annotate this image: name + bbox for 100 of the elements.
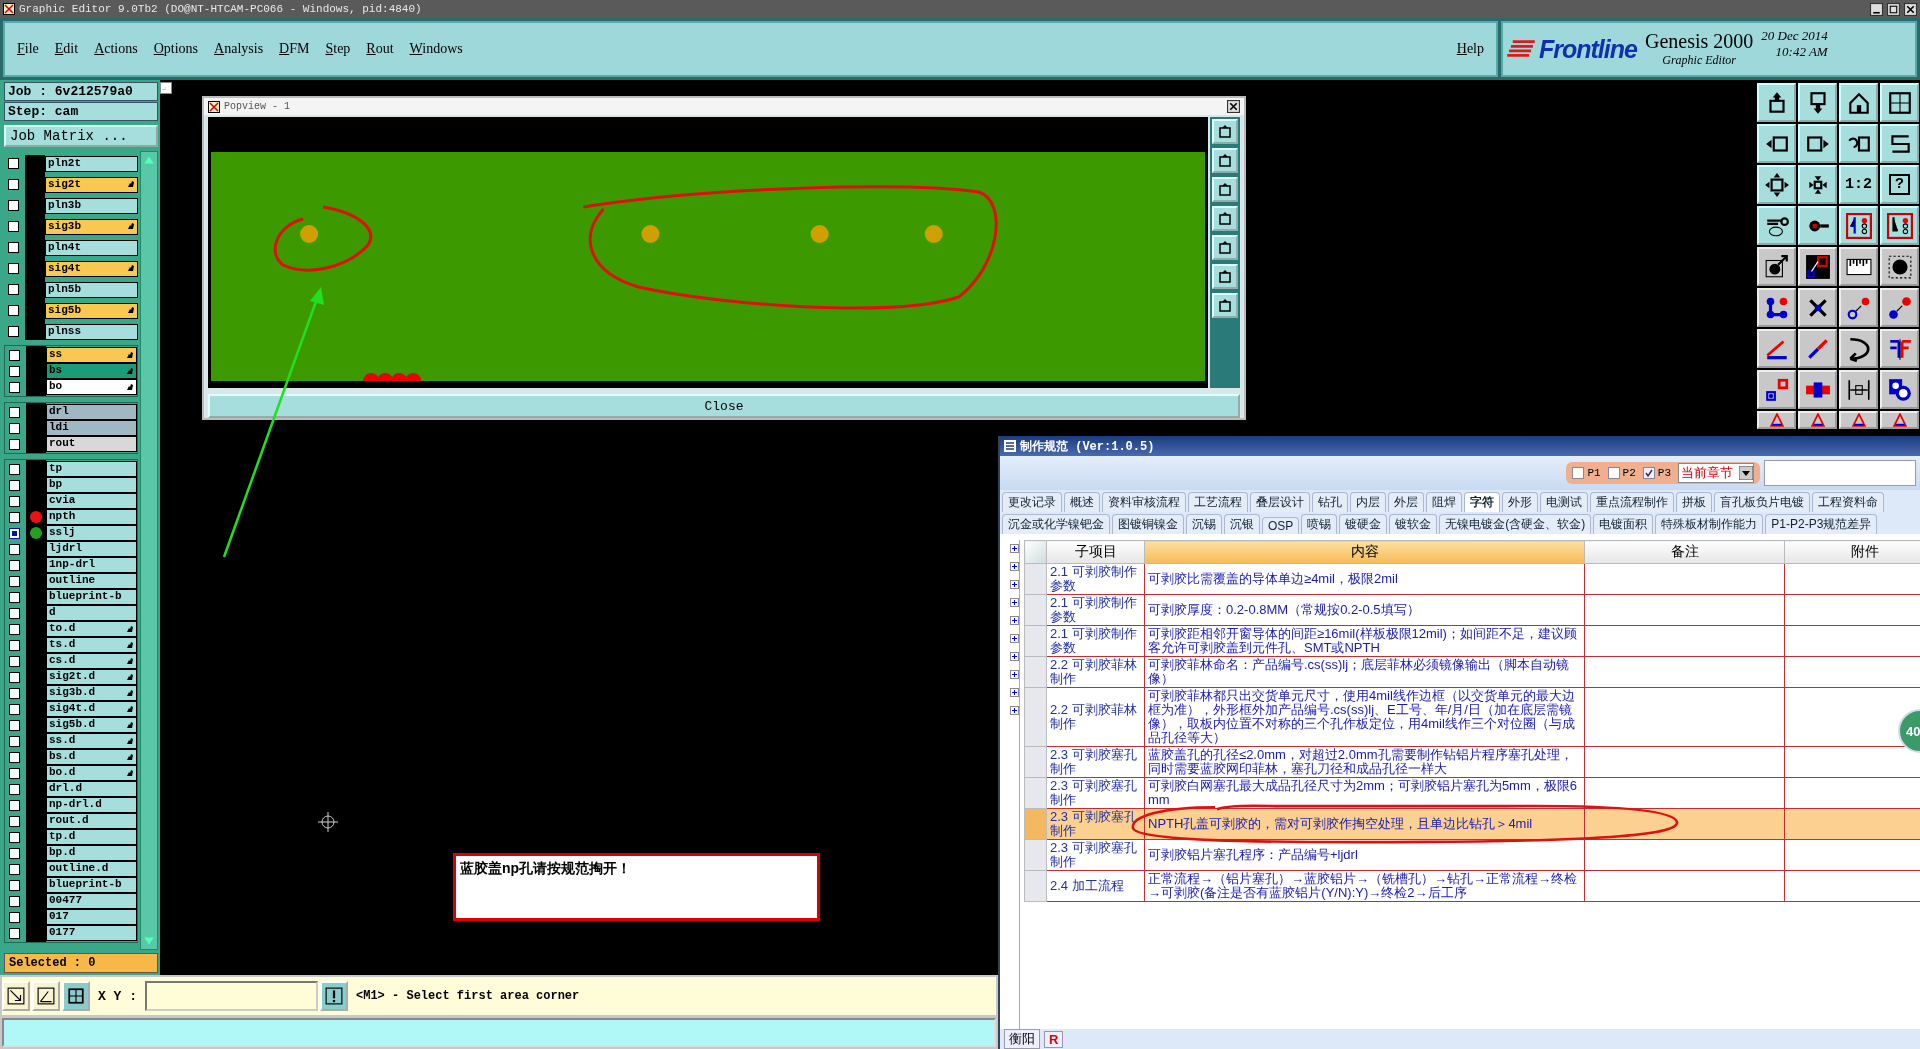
- column-header[interactable]: 子项目: [1046, 540, 1145, 564]
- tool-button[interactable]: [1757, 411, 1796, 429]
- layer-name[interactable]: bo: [46, 379, 137, 395]
- tab[interactable]: 工程资料命: [1812, 492, 1884, 512]
- expand-icon[interactable]: [1010, 652, 1019, 661]
- layer-checkbox[interactable]: [9, 422, 20, 434]
- tool-button[interactable]: [1839, 247, 1878, 286]
- tool-button[interactable]: [1798, 411, 1837, 429]
- tab[interactable]: 概述: [1064, 492, 1100, 512]
- expand-icon[interactable]: [1010, 616, 1019, 625]
- layer-name[interactable]: sig2t.d: [46, 669, 137, 685]
- layer-checkbox[interactable]: [9, 575, 20, 587]
- menu-item[interactable]: Edit: [54, 41, 79, 57]
- menu-item[interactable]: Analysis: [214, 41, 264, 57]
- tab[interactable]: 重点流程制作: [1590, 492, 1674, 512]
- expand-icon[interactable]: [1010, 688, 1019, 697]
- tab[interactable]: 外形: [1502, 492, 1538, 512]
- tool-button[interactable]: [1757, 288, 1796, 327]
- tool-button[interactable]: 1:2: [1839, 165, 1878, 204]
- tool-button[interactable]: [1798, 206, 1837, 245]
- layer-checkbox[interactable]: [8, 221, 19, 232]
- view-button[interactable]: [1212, 293, 1238, 318]
- expand-icon[interactable]: [1010, 634, 1019, 643]
- tab[interactable]: 外层: [1388, 492, 1424, 512]
- layer-name[interactable]: bo.d: [46, 765, 137, 781]
- tab[interactable]: 电测试: [1540, 492, 1588, 512]
- view-button[interactable]: [1212, 148, 1238, 173]
- layer-name[interactable]: sig3b: [45, 218, 138, 235]
- tool-button[interactable]: [1798, 124, 1837, 163]
- layer-name[interactable]: outline.d: [46, 861, 137, 877]
- minimize-icon[interactable]: [1870, 2, 1883, 16]
- layer-name[interactable]: ss.d: [46, 733, 137, 749]
- tool-button[interactable]: [1880, 247, 1919, 286]
- tab[interactable]: 资料审核流程: [1102, 492, 1186, 512]
- tab[interactable]: 拼板: [1676, 492, 1712, 512]
- close-button[interactable]: Close: [208, 394, 1240, 418]
- layer-name[interactable]: d: [46, 605, 137, 621]
- tool-button[interactable]: [1757, 247, 1796, 286]
- layer-name[interactable]: pln4t: [45, 239, 138, 256]
- menu-item[interactable]: Step: [325, 41, 351, 57]
- layer-checkbox[interactable]: [8, 263, 19, 274]
- tab[interactable]: OSP: [1262, 517, 1300, 534]
- layer-name[interactable]: 0177: [46, 925, 137, 941]
- tab[interactable]: 工艺流程: [1188, 492, 1248, 512]
- tab[interactable]: 钻孔: [1312, 492, 1348, 512]
- tab[interactable]: 内层: [1350, 492, 1386, 512]
- menu-item[interactable]: Options: [153, 41, 199, 57]
- tool-button[interactable]: [1757, 370, 1796, 409]
- layer-checkbox[interactable]: [9, 543, 20, 555]
- job-matrix-button[interactable]: Job Matrix ...: [4, 125, 158, 147]
- tool-button[interactable]: [1880, 288, 1919, 327]
- layer-checkbox[interactable]: [9, 463, 20, 475]
- filter-checkbox[interactable]: [1607, 467, 1620, 479]
- expand-icon[interactable]: [1010, 580, 1019, 589]
- layer-name[interactable]: 00477: [46, 893, 137, 909]
- column-header[interactable]: 内容: [1144, 540, 1585, 564]
- tab[interactable]: 更改记录: [1002, 492, 1062, 512]
- layer-checkbox[interactable]: [9, 911, 20, 923]
- layer-checkbox[interactable]: [9, 406, 20, 418]
- tab[interactable]: 特殊板材制作能力: [1655, 514, 1764, 534]
- tab[interactable]: 叠层设计: [1250, 492, 1310, 512]
- layer-checkbox[interactable]: [9, 527, 20, 539]
- tool-button[interactable]: [1798, 370, 1837, 409]
- tool-button[interactable]: [1880, 206, 1919, 245]
- tool-button[interactable]: [1798, 83, 1837, 122]
- maximize-icon[interactable]: [1887, 2, 1900, 16]
- layer-checkbox[interactable]: [9, 879, 20, 891]
- tab[interactable]: P1-P2-P3规范差异: [1765, 514, 1878, 534]
- search-field[interactable]: [1764, 460, 1916, 486]
- expand-icon[interactable]: [1010, 562, 1019, 571]
- layer-name[interactable]: np-drl.d: [46, 797, 137, 813]
- layer-checkbox[interactable]: [9, 639, 20, 651]
- layer-name[interactable]: sig2t: [45, 176, 138, 193]
- tool-button[interactable]: [1839, 124, 1878, 163]
- tool-button[interactable]: [1880, 124, 1919, 163]
- layer-name[interactable]: pln5b: [45, 281, 138, 298]
- tab[interactable]: 电镀面积: [1593, 514, 1654, 534]
- tool-button[interactable]: [1757, 83, 1796, 122]
- tool-button[interactable]: [1839, 411, 1878, 429]
- layer-checkbox[interactable]: [9, 559, 20, 571]
- layer-checkbox[interactable]: [9, 735, 20, 747]
- layer-name[interactable]: outline: [46, 573, 137, 589]
- tool-button[interactable]: [1880, 83, 1919, 122]
- tab[interactable]: 无镍电镀金(含硬金、软金): [1439, 514, 1592, 534]
- tab[interactable]: 沉金或化学镍钯金: [1002, 514, 1110, 534]
- tool-button[interactable]: [1798, 165, 1837, 204]
- layer-name[interactable]: bs.d: [46, 749, 137, 765]
- tool-button[interactable]: [1839, 83, 1878, 122]
- layer-checkbox[interactable]: [9, 671, 20, 683]
- layer-checkbox[interactable]: [9, 895, 20, 907]
- tool-button[interactable]: [1880, 411, 1919, 429]
- tab[interactable]: 沉银: [1224, 514, 1260, 534]
- dropdown-arrow-icon[interactable]: [1739, 466, 1753, 480]
- expand-icon[interactable]: [1010, 598, 1019, 607]
- layer-checkbox[interactable]: [9, 687, 20, 699]
- view-button[interactable]: [1212, 177, 1238, 202]
- layer-name[interactable]: drl.d: [46, 781, 137, 797]
- layer-name[interactable]: blueprint-b: [46, 877, 137, 893]
- tab[interactable]: 阻焊: [1426, 492, 1462, 512]
- alert-button[interactable]: [320, 981, 348, 1012]
